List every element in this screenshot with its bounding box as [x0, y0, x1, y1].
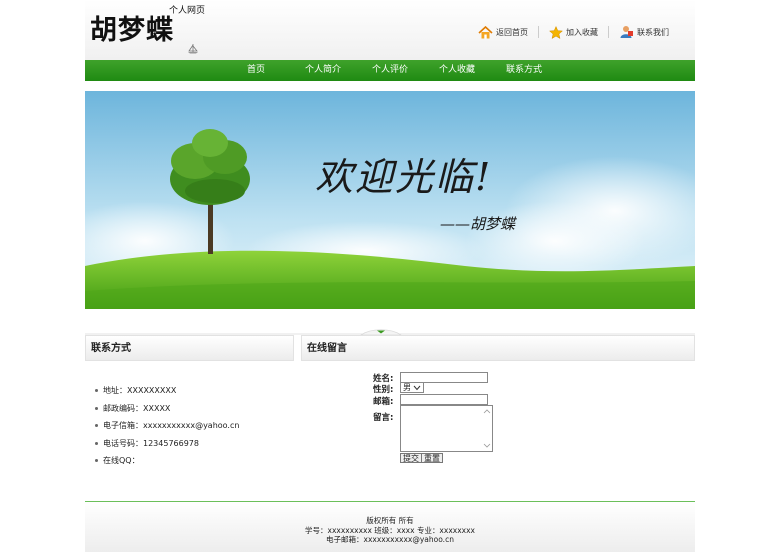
contact-list: 地址：XXXXXXXXX 邮政编码：XXXXX 电子信箱：xxxxxxxxxxx… [95, 382, 239, 470]
home-link-label: 返回首页 [496, 27, 528, 37]
bullet-icon [95, 459, 98, 463]
logo-subtitle: 个人网页 [169, 6, 206, 16]
bookmark-link-label: 加入收藏 [566, 27, 598, 37]
comment-textarea[interactable] [400, 405, 493, 452]
qq-text: 在线QQ： [103, 456, 140, 466]
nav-item-favorites[interactable]: 个人收藏 [424, 60, 491, 81]
gender-select[interactable]: 男 [400, 382, 424, 393]
footer: 版权所有 所有 学号：xxxxxxxxxx 班级：xxxx 专业：xxxxxxx… [85, 502, 695, 552]
main-nav: 首页 个人简介 个人评价 个人收藏 联系方式 [85, 60, 695, 81]
site-logo[interactable]: 胡梦蝶 [90, 8, 174, 47]
welcome-text: 欢迎光临! [315, 155, 493, 199]
signature-text: ——胡梦蝶 [440, 215, 516, 233]
star-icon [549, 25, 563, 39]
message-panel-title: 在线留言 [301, 335, 695, 361]
contact-person-icon [620, 26, 633, 38]
list-item: 邮政编码：XXXXX [95, 400, 239, 418]
email-text: 电子信箱：xxxxxxxxxxx@yahoo.cn [103, 421, 240, 431]
nav-item-home[interactable]: 首页 [223, 60, 290, 81]
bullet-icon [95, 406, 98, 410]
home-link[interactable]: 返回首页 [478, 25, 528, 39]
email-label: 邮箱: [373, 397, 394, 407]
student-info-text: 学号：xxxxxxxxxx 班级：xxxx 专业：xxxxxxxx [305, 525, 475, 535]
contact-us-link-label: 联系我们 [637, 27, 669, 37]
nav-item-contact[interactable]: 联系方式 [491, 60, 558, 81]
email-field[interactable] [400, 394, 488, 405]
submit-button[interactable]: 提交 [400, 453, 422, 463]
postcode-text: 邮政编码：XXXXX [103, 403, 171, 413]
copyright-text: 版权所有 所有 [366, 516, 414, 525]
textarea-scrollbar[interactable] [483, 408, 491, 450]
reset-button[interactable]: 重置 [421, 453, 443, 463]
sailboat-icon [188, 44, 198, 54]
phone-text: 电话号码：12345766978 [103, 438, 199, 448]
list-item: 电子信箱：xxxxxxxxxxx@yahoo.cn [95, 417, 239, 435]
bookmark-link[interactable]: 加入收藏 [549, 25, 598, 39]
home-icon [478, 25, 493, 38]
address-text: 地址：XXXXXXXXX [103, 386, 177, 396]
gender-value: 男 [403, 383, 411, 392]
hero-banner: 欢迎光临! ——胡梦蝶 [85, 91, 695, 309]
top-links: 返回首页 加入收藏 联系我们 [478, 25, 669, 39]
bullet-icon [95, 389, 98, 393]
chevron-down-icon [413, 385, 421, 390]
bullet-icon [95, 424, 98, 428]
nav-item-profile[interactable]: 个人简介 [290, 60, 357, 81]
list-item: 在线QQ： [95, 452, 239, 470]
contact-us-link[interactable]: 联系我们 [619, 25, 669, 39]
divider [608, 26, 609, 38]
list-item: 地址：XXXXXXXXX [95, 382, 239, 400]
nav-item-evaluation[interactable]: 个人评价 [357, 60, 424, 81]
header: 胡梦蝶 个人网页 返回首页 加入收藏 联系我们 [85, 0, 695, 60]
bullet-icon [95, 441, 98, 445]
comment-label: 留言: [373, 413, 394, 423]
contact-panel-title: 联系方式 [85, 335, 294, 361]
list-item: 电话号码：12345766978 [95, 435, 239, 453]
footer-email-text: 电子邮箱：xxxxxxxxxxx@yahoo.cn [326, 535, 454, 544]
divider [538, 26, 539, 38]
gender-label: 性别: [373, 385, 394, 395]
